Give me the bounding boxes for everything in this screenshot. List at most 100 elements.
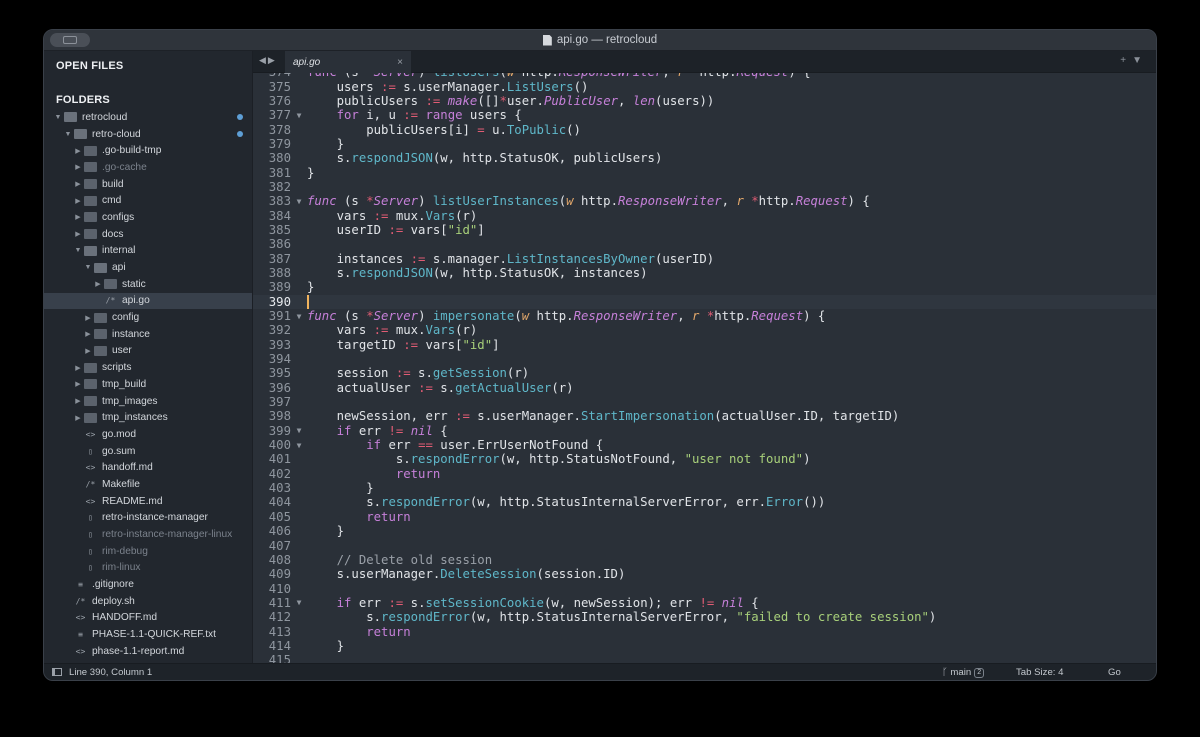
tree-file[interactable]: ≡ PHASE-1.1-QUICK-REF.txt xyxy=(44,626,252,643)
tree-folder[interactable]: ▼ retro-cloud xyxy=(44,126,252,143)
code-line[interactable]: 399 ▼ if err != nil { xyxy=(253,424,1156,438)
tree-folder[interactable]: ▶ docs xyxy=(44,226,252,243)
tab-nav-arrows[interactable]: ◀▶ xyxy=(259,55,277,66)
code-line[interactable]: 391 ▼ func (s *Server) impersonate(w http.… xyxy=(253,309,1156,323)
code-line[interactable]: 388 s.respondJSON(w, http.StatusOK, inst… xyxy=(253,266,1156,280)
code-line[interactable]: 384 vars := mux.Vars(r) xyxy=(253,208,1156,223)
tree-folder[interactable]: ▶ build xyxy=(44,176,252,193)
code-line[interactable]: 377 ▼ for i, u := range users { xyxy=(253,108,1156,122)
tab-size[interactable]: Tab Size: 4 xyxy=(1016,664,1063,680)
code-line[interactable]: 392 vars := mux.Vars(r) xyxy=(253,323,1156,337)
code-line[interactable]: 386 xyxy=(253,237,1156,251)
panel-toggle-icon[interactable] xyxy=(52,668,62,676)
close-icon[interactable]: × xyxy=(397,57,403,68)
code-line[interactable]: 400 ▼ if err == user.ErrUserNotFound { xyxy=(253,438,1156,452)
tree-file[interactable]: ▯ retro-instance-manager-linux xyxy=(44,526,252,543)
chevron-down-icon[interactable]: ▼ xyxy=(84,264,92,271)
chevron-right-icon[interactable]: ▶ xyxy=(94,280,102,288)
code-line[interactable]: 383 ▼ func (s *Server) listUserInstances(w… xyxy=(253,194,1156,208)
chevron-right-icon[interactable]: ▶ xyxy=(74,213,82,221)
tree-folder[interactable]: ▼ internal xyxy=(44,243,252,260)
tree-file[interactable]: <> HANDOFF.md xyxy=(44,610,252,627)
sidebar-toggle-button[interactable] xyxy=(50,33,90,47)
open-files-header[interactable]: OPEN FILES xyxy=(56,60,123,72)
tree-file[interactable]: <> README.md xyxy=(44,493,252,510)
chevron-right-icon[interactable]: ▶ xyxy=(74,197,82,205)
tree-file[interactable]: <> go.mod xyxy=(44,426,252,443)
code-line[interactable]: 410 xyxy=(253,581,1156,596)
tree-folder[interactable]: ▶ cmd xyxy=(44,192,252,209)
chevron-down-icon[interactable]: ▼ xyxy=(74,247,82,254)
code-line[interactable]: 381} xyxy=(253,165,1156,180)
tree-file[interactable]: ▯ rim-linux xyxy=(44,560,252,577)
tree-file[interactable]: /* deploy.sh xyxy=(44,593,252,610)
chevron-right-icon[interactable]: ▶ xyxy=(74,397,82,405)
tree-file[interactable]: ▯ retro-instance-manager xyxy=(44,510,252,527)
chevron-right-icon[interactable]: ▶ xyxy=(74,380,82,388)
chevron-right-icon[interactable]: ▶ xyxy=(74,230,82,238)
code-line[interactable]: 396 actualUser := s.getActualUser(r) xyxy=(253,381,1156,395)
code-line[interactable]: 382 xyxy=(253,180,1156,194)
fold-arrow-icon[interactable]: ▼ xyxy=(291,441,307,450)
chevron-down-icon[interactable]: ▼ xyxy=(54,114,62,121)
code-line[interactable]: 405 return xyxy=(253,510,1156,524)
code-line[interactable]: 397 xyxy=(253,395,1156,409)
fold-arrow-icon[interactable]: ▼ xyxy=(291,197,307,206)
tab-api-go[interactable]: api.go × xyxy=(285,51,411,73)
code-line[interactable]: 378 publicUsers[i] = u.ToPublic() xyxy=(253,122,1156,137)
chevron-right-icon[interactable]: ▶ xyxy=(84,330,92,338)
code-line[interactable]: 412 s.respondError(w, http.StatusInterna… xyxy=(253,610,1156,624)
chevron-right-icon[interactable]: ▶ xyxy=(84,314,92,322)
code-line[interactable]: 398 newSession, err := s.userManager.Sta… xyxy=(253,409,1156,423)
chevron-right-icon[interactable]: ▶ xyxy=(74,364,82,372)
chevron-right-icon[interactable]: ▶ xyxy=(74,163,82,171)
code-line[interactable]: 394 xyxy=(253,352,1156,366)
code-line[interactable]: 375 users := s.userManager.ListUsers() xyxy=(253,79,1156,94)
tree-file[interactable]: <> phase-1.1-report.md xyxy=(44,643,252,660)
code-line[interactable]: 406 } xyxy=(253,524,1156,538)
code-line[interactable]: 385 userID := vars["id"] xyxy=(253,223,1156,237)
code-line[interactable]: 393 targetID := vars["id"] xyxy=(253,338,1156,352)
code-line[interactable]: 389} xyxy=(253,280,1156,294)
chevron-right-icon[interactable]: ▶ xyxy=(74,147,82,155)
tree-folder[interactable]: ▶ tmp_images xyxy=(44,393,252,410)
code-line[interactable]: 414 } xyxy=(253,639,1156,653)
chevron-right-icon[interactable]: ▶ xyxy=(84,347,92,355)
code-line[interactable]: 403 } xyxy=(253,481,1156,495)
chevron-down-icon[interactable]: ▼ xyxy=(64,131,72,138)
code-editor[interactable]: 374 func (s *Server) listUsers(w http.Res… xyxy=(253,73,1156,663)
code-line[interactable]: 390 xyxy=(253,294,1156,309)
syntax-selector[interactable]: Go xyxy=(1108,664,1121,680)
tree-folder[interactable]: ▼ retrocloud xyxy=(44,109,252,126)
tree-folder[interactable]: ▶ .go-build-tmp xyxy=(44,142,252,159)
fold-arrow-icon[interactable]: ▼ xyxy=(291,426,307,435)
tree-folder[interactable]: ▶ config xyxy=(44,309,252,326)
tree-file[interactable]: ▯ go.sum xyxy=(44,443,252,460)
code-line[interactable]: 411 ▼ if err := s.setSessionCookie(w, new… xyxy=(253,596,1156,610)
tree-folder[interactable]: ▶ user xyxy=(44,343,252,360)
code-line[interactable]: 380 s.respondJSON(w, http.StatusOK, publ… xyxy=(253,151,1156,165)
code-line[interactable]: 413 return xyxy=(253,624,1156,639)
code-line[interactable]: 408 // Delete old session xyxy=(253,553,1156,567)
code-line[interactable]: 401 s.respondError(w, http.StatusNotFoun… xyxy=(253,452,1156,466)
tree-file[interactable]: <> handoff.md xyxy=(44,459,252,476)
code-line[interactable]: 415 xyxy=(253,653,1156,663)
fold-arrow-icon[interactable]: ▼ xyxy=(291,111,307,120)
cursor-position[interactable]: Line 390, Column 1 xyxy=(69,667,152,678)
tree-file[interactable]: /* Makefile xyxy=(44,476,252,493)
code-line[interactable]: 404 s.respondError(w, http.StatusInterna… xyxy=(253,495,1156,509)
tree-folder[interactable]: ▶ configs xyxy=(44,209,252,226)
tree-folder[interactable]: ▶ static xyxy=(44,276,252,293)
tree-file[interactable]: ▯ rim-debug xyxy=(44,543,252,560)
tree-folder[interactable]: ▶ scripts xyxy=(44,359,252,376)
tab-actions[interactable]: +▼ xyxy=(1120,55,1148,66)
code-line[interactable]: 379 } xyxy=(253,137,1156,151)
chevron-right-icon[interactable]: ▶ xyxy=(74,414,82,422)
code-line[interactable]: 407 xyxy=(253,538,1156,553)
fold-arrow-icon[interactable]: ▼ xyxy=(291,312,307,321)
chevron-right-icon[interactable]: ▶ xyxy=(74,180,82,188)
tree-file[interactable]: ≡ .gitignore xyxy=(44,576,252,593)
tree-folder[interactable]: ▼ api xyxy=(44,259,252,276)
code-line[interactable]: 387 instances := s.manager.ListInstances… xyxy=(253,251,1156,266)
code-line[interactable]: 395 session := s.getSession(r) xyxy=(253,366,1156,380)
